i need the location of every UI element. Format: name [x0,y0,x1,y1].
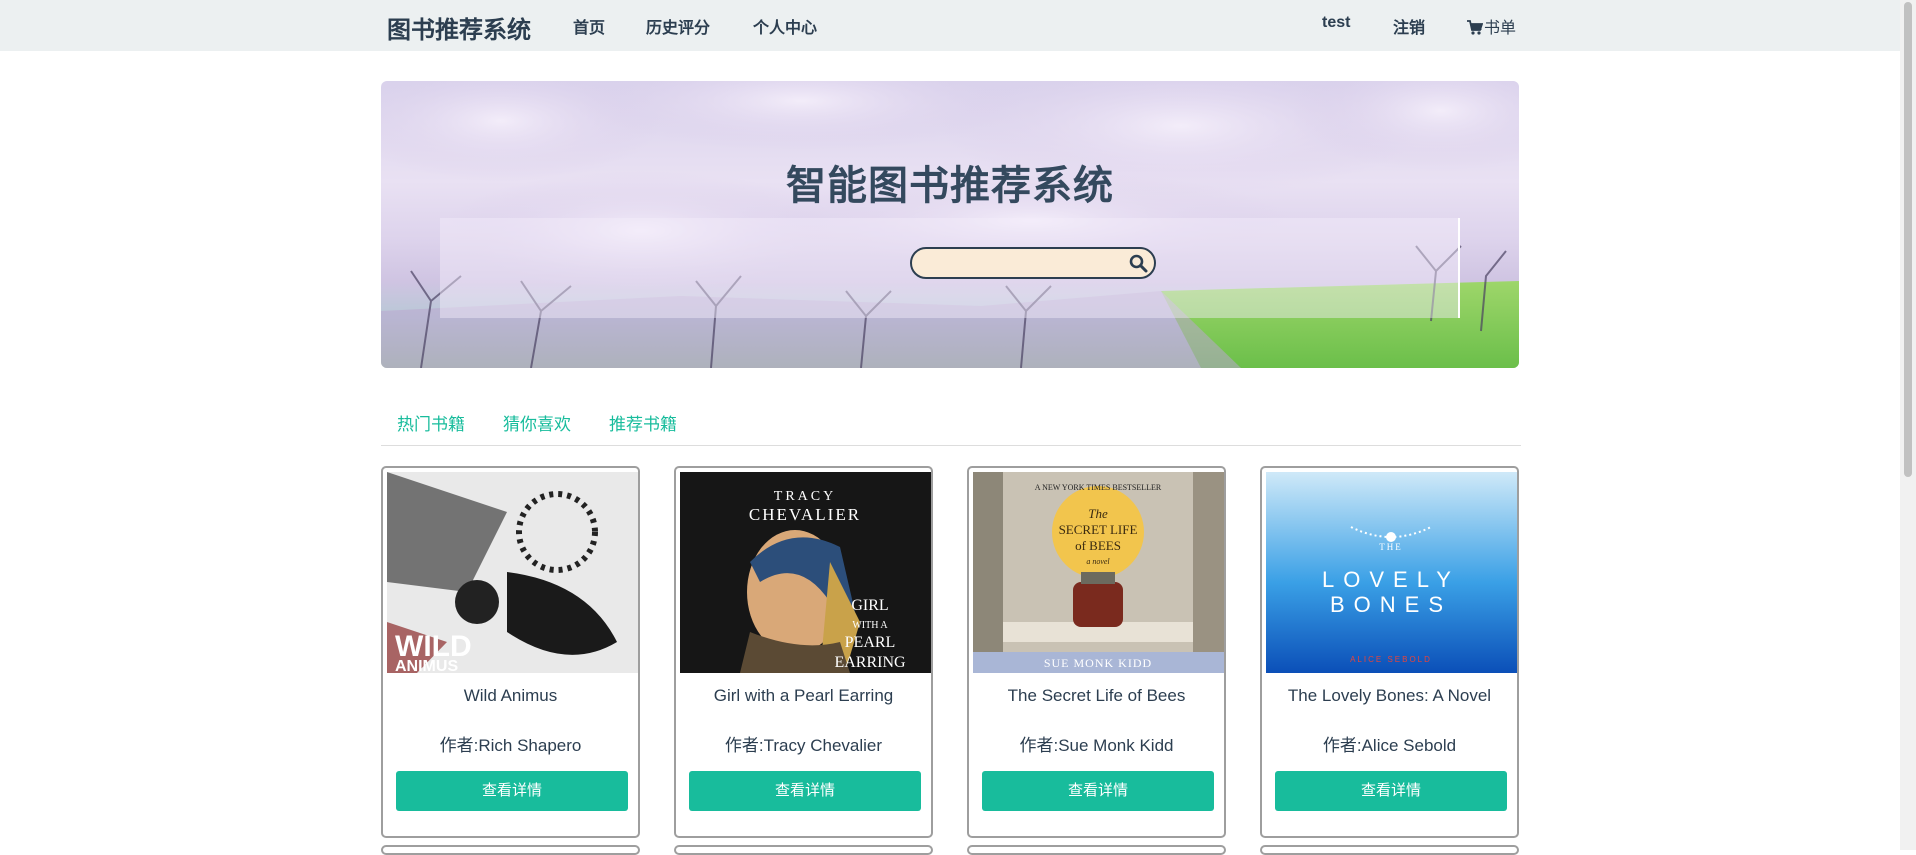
tab-guess-you-like[interactable]: 猜你喜欢 [503,410,571,435]
brand-logo[interactable]: 图书推荐系统 [387,10,531,45]
book-cover[interactable]: A NEW YORK TIMES BESTSELLER The SECRET L… [973,472,1224,673]
book-title: The Secret Life of Bees [1007,686,1186,705]
booklist-label: 书单 [1484,20,1517,37]
tab-hot-books[interactable]: 热门书籍 [397,410,465,435]
cover-text: The [1088,506,1108,521]
cart-icon [1467,20,1483,35]
search-panel [440,218,1460,318]
book-cover-art: WILD ANIMUS [387,472,638,673]
cover-text: EARRING [834,654,906,671]
book-cover[interactable]: THE LOVELY BONES ALICE SEBOLD [1266,472,1517,673]
cover-text: ANIMUS [395,658,458,673]
book-tabs: 热门书籍 猜你喜欢 推荐书籍 [381,398,1521,446]
book-card: A NEW YORK TIMES BESTSELLER The SECRET L… [967,466,1226,838]
cover-text: of BEES [1075,538,1121,553]
book-card: WILD ANIMUS Wild Animus 作者:Rich Shapero … [381,466,640,838]
view-details-button[interactable]: 查看详情 [982,771,1214,811]
view-details-button[interactable]: 查看详情 [689,771,921,811]
book-card-next-row [1260,845,1519,855]
nav-booklist[interactable]: 书单 [1467,14,1516,38]
cover-text: SUE MONK KIDD [1044,656,1152,670]
book-card: TRACY CHEVALIER GIRL WITH A PEARL EARRIN… [674,466,933,838]
scrollbar-thumb[interactable] [1904,2,1912,477]
hero-title: 智能图书推荐系统 [786,164,1114,208]
cover-text: SECRET LIFE [1059,522,1138,537]
nav-history-ratings[interactable]: 历史评分 [646,14,710,38]
book-author: 作者:Alice Sebold [1322,736,1457,755]
book-title: Girl with a Pearl Earring [713,686,894,705]
cover-text: GIRL [851,597,888,614]
cover-text: ALICE SEBOLD [1350,655,1432,664]
book-card-next-row [674,845,933,855]
book-author: 作者:Tracy Chevalier [724,736,883,755]
tab-recommended-books[interactable]: 推荐书籍 [609,410,677,435]
nav-home[interactable]: 首页 [573,14,605,38]
book-author: 作者:Sue Monk Kidd [1019,736,1174,755]
book-cover[interactable]: TRACY CHEVALIER GIRL WITH A PEARL EARRIN… [680,472,931,673]
hero-banner: 智能图书推荐系统 [381,81,1519,368]
book-card-next-row [381,845,640,855]
book-author: 作者:Rich Shapero [439,736,582,755]
book-cover-art: TRACY CHEVALIER GIRL WITH A PEARL EARRIN… [680,472,931,673]
search-icon [1129,254,1148,273]
book-card-next-row [967,845,1226,855]
search-box [910,247,1156,279]
cover-text: LOVELY [1322,567,1460,592]
book-cover[interactable]: WILD ANIMUS [387,472,638,673]
search-input[interactable] [924,252,1118,276]
cover-text: PEARL [845,634,896,651]
book-card: THE LOVELY BONES ALICE SEBOLD The Lovely… [1260,466,1519,838]
nav-logout[interactable]: 注销 [1393,14,1425,38]
nav-username[interactable]: test [1322,14,1350,32]
cover-text: BONES [1330,592,1452,617]
cover-text: WITH A [852,620,888,631]
book-cover-art: A NEW YORK TIMES BESTSELLER The SECRET L… [973,472,1224,673]
book-title: Wild Animus [463,686,558,705]
cover-text: THE [1379,542,1403,552]
search-button[interactable] [1129,254,1148,278]
cover-text: A NEW YORK TIMES BESTSELLER [1035,483,1162,492]
navbar: 图书推荐系统 首页 历史评分 个人中心 test 注销 书单 [0,0,1916,51]
view-details-button[interactable]: 查看详情 [1275,771,1507,811]
cover-text: TRACY [774,489,836,504]
cover-text: a novel [1086,557,1110,566]
page-scrollbar[interactable] [1900,0,1916,850]
cover-text: CHEVALIER [749,505,861,524]
book-title: The Lovely Bones: A Novel [1287,686,1492,705]
view-details-button[interactable]: 查看详情 [396,771,628,811]
nav-personal-center[interactable]: 个人中心 [753,14,817,38]
book-cover-art: THE LOVELY BONES ALICE SEBOLD [1266,472,1517,673]
